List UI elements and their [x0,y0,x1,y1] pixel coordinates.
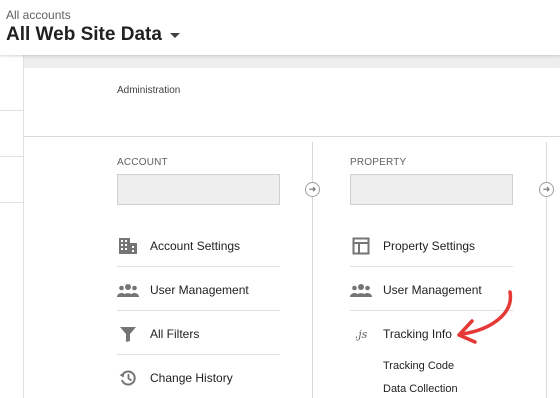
row-divider [117,266,280,267]
caret-down-icon [169,32,180,38]
panel-divider [24,136,560,137]
change-history-item[interactable]: Change History [117,368,233,388]
js-icon: .js [350,324,372,344]
view-selector[interactable]: All Web Site Data [6,24,180,46]
column-divider [312,142,313,398]
account-selector[interactable] [117,174,280,205]
js-icon-text: .js [354,327,368,341]
building-icon [117,236,139,256]
history-icon [117,368,139,388]
layout-icon [350,236,372,256]
admin-panel: Administration ACCOUNT Account Settings … [24,68,560,398]
page-title: All Web Site Data [6,24,162,45]
data-collection-link[interactable]: Data Collection [383,383,458,395]
account-user-management-item[interactable]: User Management [117,280,249,300]
users-icon [117,280,139,300]
row-divider [117,310,280,311]
all-filters-label: All Filters [150,327,200,341]
property-column-heading: PROPERTY [350,157,407,168]
all-filters-item[interactable]: All Filters [117,324,199,344]
users-icon [350,280,372,300]
column-divider [546,142,547,398]
account-column-heading: ACCOUNT [117,157,168,168]
breadcrumb[interactable]: All accounts [6,8,71,22]
row-divider [117,354,280,355]
tracking-code-link[interactable]: Tracking Code [383,360,454,372]
property-settings-item[interactable]: Property Settings [350,236,475,256]
arrow-right-icon[interactable]: ➜ [539,182,554,197]
account-settings-label: Account Settings [150,239,241,253]
header-bar: All accounts All Web Site Data [0,0,560,55]
property-settings-label: Property Settings [383,239,476,253]
nav-divider [0,110,24,111]
nav-divider [0,202,24,203]
nav-divider [0,156,24,157]
left-nav-strip [0,55,24,398]
account-settings-item[interactable]: Account Settings [117,236,240,256]
filter-icon [117,324,139,344]
property-selector[interactable] [350,174,513,205]
panel-heading: Administration [117,85,181,96]
annotation-arrow-icon [457,290,513,344]
arrow-right-icon[interactable]: ➜ [305,182,320,197]
row-divider [350,266,513,267]
account-user-management-label: User Management [150,283,249,297]
change-history-label: Change History [150,371,233,385]
